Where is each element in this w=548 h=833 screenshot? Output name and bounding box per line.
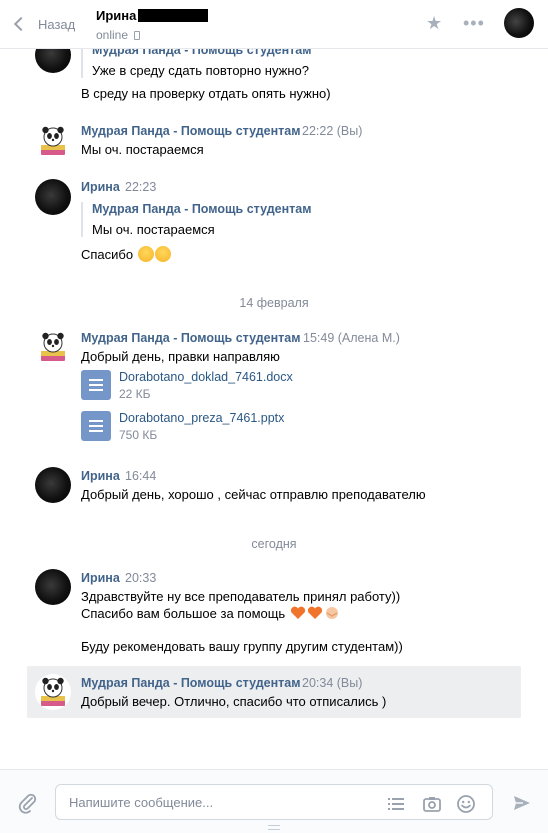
message-placeholder: Напишите сообщение... <box>69 795 214 810</box>
document-name[interactable]: Dorabotano_preza_7461.pptx <box>119 411 284 425</box>
message-composer: Напишите сообщение... <box>0 769 548 833</box>
message-time[interactable]: 20:34 (Вы) <box>302 676 362 690</box>
quote-text: Мы оч. постараемся <box>92 222 215 237</box>
paperclip-icon[interactable] <box>17 792 39 814</box>
star-icon[interactable]: ★ <box>426 14 442 32</box>
document-name[interactable]: Dorabotano_doklad_7461.docx <box>119 370 293 384</box>
peer-name: Ирина <box>96 8 137 23</box>
quote-author: Мудрая Панда - Помощь студентам <box>92 49 312 57</box>
resize-grip-icon[interactable] <box>268 825 280 830</box>
message[interactable]: Мудрая Панда - Помощь студентам 22:22 (В… <box>27 119 521 164</box>
camera-icon[interactable] <box>422 794 442 814</box>
phone-icon <box>134 30 141 40</box>
document-size: 22 КБ <box>119 387 151 401</box>
message-history: Мудрая Панда - Помощь студентам Уже в ср… <box>0 49 548 769</box>
document-size: 750 КБ <box>119 428 158 442</box>
avatar[interactable] <box>35 674 71 710</box>
date-divider: 14 февраля <box>239 296 309 310</box>
back-button[interactable]: Назад <box>12 12 75 36</box>
smile-emoji-icon <box>137 246 154 262</box>
orange-heart-icon <box>290 606 305 619</box>
panda-avatar-icon <box>41 332 65 361</box>
peer-avatar[interactable] <box>504 8 534 38</box>
chat-header: Назад Ирина online ★ ••• <box>0 0 548 49</box>
message-author[interactable]: Мудрая Панда - Помощь студентам <box>81 124 300 138</box>
peer-status: online <box>96 28 129 42</box>
message[interactable]: Мудрая Панда - Помощь студентам Уже в ср… <box>27 49 521 107</box>
message-input[interactable]: Напишите сообщение... <box>55 784 493 820</box>
message-author[interactable]: Ирина <box>81 469 120 483</box>
handshake-icon <box>325 607 338 619</box>
document-icon <box>81 370 111 400</box>
panda-avatar-icon <box>41 126 65 155</box>
quote-author: Мудрая Панда - Помощь студентам <box>92 202 312 216</box>
message-text: Спасибо вам большое за помощь <box>81 606 340 621</box>
message-text: Здравствуйте ну все преподаватель принял… <box>81 589 401 604</box>
document-icon <box>81 411 111 441</box>
message[interactable]: Ирина 20:33 Здравствуйте ну все преподав… <box>27 565 521 657</box>
message-text: Спасибо <box>81 246 171 262</box>
message-text: Мы оч. постараемся <box>81 142 204 157</box>
date-divider: сегодня <box>251 537 297 551</box>
message[interactable]: Мудрая Панда - Помощь студентам 15:49 (А… <box>27 325 521 445</box>
quoted-message[interactable]: Мудрая Панда - Помощь студентам Мы оч. п… <box>81 202 311 237</box>
message-author[interactable]: Ирина <box>81 180 120 194</box>
message[interactable]: Ирина 22:23 Мудрая Панда - Помощь студен… <box>27 175 521 270</box>
orange-heart-icon <box>307 606 322 619</box>
avatar[interactable] <box>35 329 71 365</box>
document-attachment[interactable]: Dorabotano_doklad_7461.docx 22 КБ <box>81 370 293 402</box>
avatar[interactable] <box>35 467 71 503</box>
avatar[interactable] <box>35 49 71 73</box>
message[interactable]: Ирина 16:44 Добрый день, хорошо , сейчас… <box>27 463 521 508</box>
message-author[interactable]: Мудрая Панда - Помощь студентам <box>81 676 300 690</box>
message-text: Добрый вечер. Отлично, спасибо что отпис… <box>81 694 387 709</box>
avatar[interactable] <box>35 569 71 605</box>
message-time[interactable]: 16:44 <box>125 469 156 483</box>
message-selected[interactable]: Мудрая Панда - Помощь студентам 20:34 (В… <box>27 666 521 718</box>
message-author[interactable]: Мудрая Панда - Помощь студентам <box>81 331 300 345</box>
message-time[interactable]: 15:49 (Алена М.) <box>303 331 400 345</box>
message-text: Добрый день, хорошо , сейчас отправлю пр… <box>81 487 426 502</box>
more-icon[interactable]: ••• <box>463 14 485 32</box>
redaction-bar <box>138 9 209 22</box>
smile-icon[interactable] <box>456 794 476 814</box>
document-attachment[interactable]: Dorabotano_preza_7461.pptx 750 КБ <box>81 411 284 443</box>
quote-text: Уже в среду сдать повторно нужно? <box>92 63 309 78</box>
send-icon[interactable] <box>512 793 532 813</box>
avatar[interactable] <box>35 123 71 159</box>
message-text: Добрый день, правки направляю <box>81 349 280 364</box>
message-text: В среду на проверку отдать опять нужно) <box>81 86 331 101</box>
message-author[interactable]: Ирина <box>81 571 120 585</box>
panda-avatar-icon <box>35 674 71 710</box>
chevron-left-icon <box>13 16 29 32</box>
smile-emoji-icon <box>154 246 171 262</box>
back-label: Назад <box>38 16 76 32</box>
quoted-message[interactable]: Мудрая Панда - Помощь студентам Уже в ср… <box>81 49 311 78</box>
peer-info[interactable]: Ирина online <box>96 8 209 42</box>
message-time[interactable]: 20:33 <box>125 571 156 585</box>
message-time[interactable]: 22:22 (Вы) <box>302 124 362 138</box>
avatar[interactable] <box>35 179 71 215</box>
template-list-icon[interactable] <box>386 794 406 814</box>
message-text: Буду рекомендовать вашу группу другим ст… <box>81 639 403 654</box>
message-time[interactable]: 22:23 <box>125 180 156 194</box>
